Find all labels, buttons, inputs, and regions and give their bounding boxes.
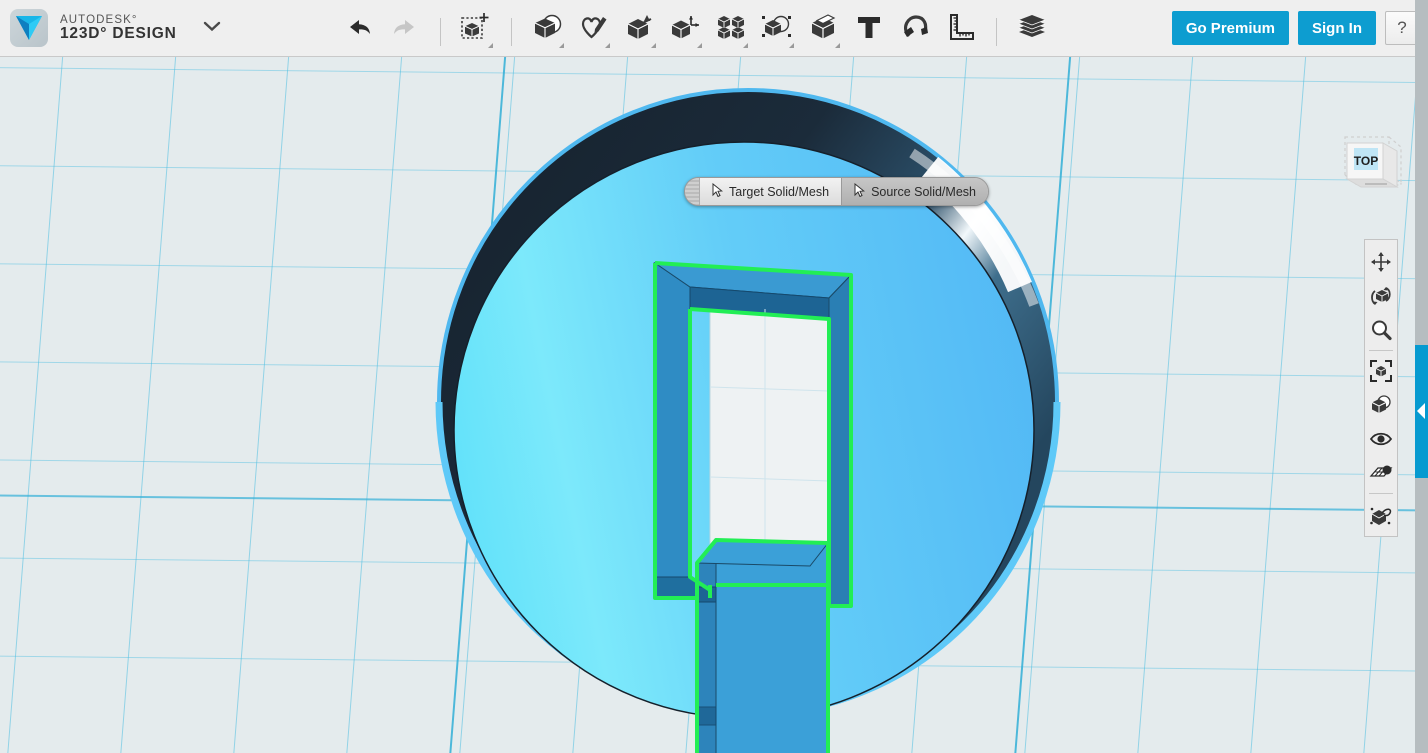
- toolbar-divider-2: [510, 17, 512, 46]
- toolbar-caret-construct[interactable]: [650, 42, 656, 48]
- view-tool-zoom[interactable]: [1365, 313, 1397, 347]
- go-premium-button[interactable]: Go Premium: [1171, 11, 1289, 45]
- toolbar-button-redo[interactable]: [382, 4, 428, 50]
- selection-chip-label: Target Solid/Mesh: [729, 184, 830, 199]
- view-tool-orbit[interactable]: [1365, 279, 1397, 313]
- selection-chip-label: Source Solid/Mesh: [871, 184, 976, 199]
- toolbar-button-undo[interactable]: [336, 4, 382, 50]
- toolbar-caret-primitives[interactable]: [834, 42, 840, 48]
- panel-expand-handle[interactable]: [1415, 345, 1428, 478]
- toolbar-button-sketch[interactable]: [570, 4, 616, 50]
- selection-mode-bar[interactable]: Target Solid/Mesh Source Solid/Mesh: [684, 177, 989, 206]
- toolbar-button-combine[interactable]: [524, 4, 570, 50]
- view-tool-shading[interactable]: [1365, 388, 1397, 422]
- toolbar-button-modify[interactable]: [662, 4, 708, 50]
- question-mark-icon[interactable]: ?: [1385, 11, 1419, 45]
- toolbar-button-pattern[interactable]: [708, 4, 754, 50]
- toolbar-caret-modify[interactable]: [696, 42, 702, 48]
- 3d-viewport[interactable]: Target Solid/Mesh Source Solid/Mesh TOP: [0, 57, 1428, 753]
- toolbar-divider-1: [439, 17, 441, 46]
- autodesk-123d-logo-icon: [10, 9, 48, 47]
- drag-grip-icon[interactable]: [685, 178, 700, 205]
- brand-block[interactable]: AUTODESK° 123D° DESIGN: [0, 9, 221, 47]
- application-header: AUTODESK° 123D° DESIGN Go Premium Sign I…: [0, 0, 1428, 57]
- toolbar-button-grouping[interactable]: [754, 4, 800, 50]
- view-tool-grid-snap[interactable]: [1365, 456, 1397, 490]
- toolbar-button-materials[interactable]: [1009, 4, 1055, 50]
- brand-product: 123D° DESIGN: [60, 24, 177, 42]
- view-tool-fit[interactable]: [1365, 354, 1397, 388]
- cursor-arrow-icon: [854, 182, 866, 200]
- brand-text: AUTODESK° 123D° DESIGN: [60, 14, 177, 42]
- cursor-arrow-icon: [712, 182, 724, 200]
- header-actions: Go Premium Sign In ?: [1171, 11, 1428, 45]
- view-tool-visibility[interactable]: [1365, 422, 1397, 456]
- chevron-left-icon: [1417, 403, 1425, 419]
- toolbar-caret-sketch[interactable]: [604, 42, 610, 48]
- toolbar-caret-pattern[interactable]: [742, 42, 748, 48]
- toolbar-caret-transform[interactable]: [487, 42, 493, 48]
- view-tool-material[interactable]: [1365, 497, 1397, 531]
- main-toolbar: [336, 0, 1055, 57]
- toolbar-divider-3: [995, 17, 997, 46]
- view-tools-toolbar: [1364, 239, 1398, 537]
- view-tools-divider-2: [1369, 493, 1393, 494]
- toolbar-button-snap[interactable]: [892, 4, 938, 50]
- toolbar-button-measure[interactable]: [938, 4, 984, 50]
- view-tools-divider-1: [1369, 350, 1393, 351]
- sign-in-button[interactable]: Sign In: [1298, 11, 1376, 45]
- toolbar-button-transform[interactable]: [453, 4, 499, 50]
- view-cube[interactable]: TOP: [1337, 129, 1409, 201]
- view-tool-pan[interactable]: [1365, 245, 1397, 279]
- selection-chip-source-solid-mesh[interactable]: Source Solid/Mesh: [841, 178, 988, 205]
- chevron-down-icon[interactable]: [203, 19, 221, 37]
- selection-chip-target-solid-mesh[interactable]: Target Solid/Mesh: [700, 178, 842, 205]
- toolbar-button-primitives[interactable]: [800, 4, 846, 50]
- toolbar-caret-grouping[interactable]: [788, 42, 794, 48]
- toolbar-button-text[interactable]: [846, 4, 892, 50]
- scene-model[interactable]: [0, 57, 1428, 753]
- toolbar-button-construct[interactable]: [616, 4, 662, 50]
- app-root: AUTODESK° 123D° DESIGN Go Premium Sign I…: [0, 0, 1428, 753]
- toolbar-caret-combine[interactable]: [558, 42, 564, 48]
- view-cube-face-label: TOP: [1354, 154, 1378, 168]
